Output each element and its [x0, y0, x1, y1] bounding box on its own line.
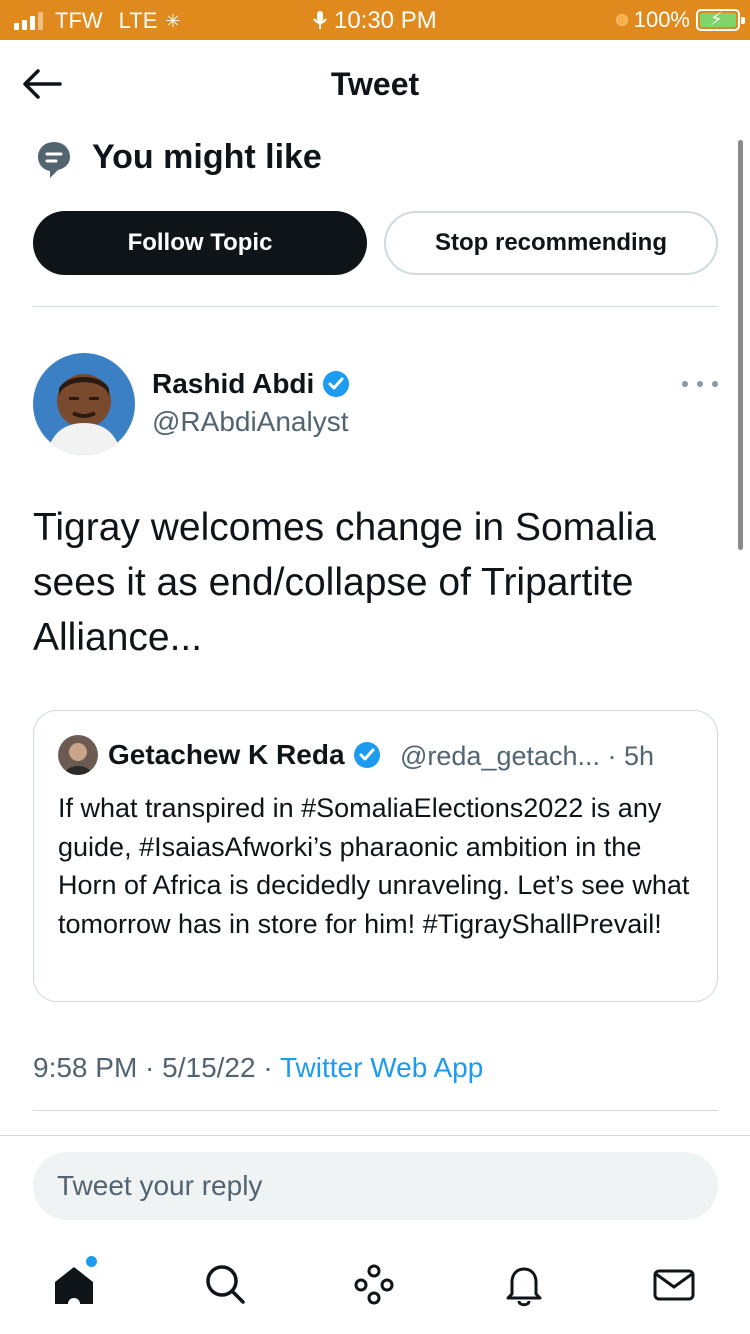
- topic-icon: [36, 140, 72, 180]
- stop-recommending-button[interactable]: Stop recommending: [384, 211, 718, 275]
- reply-input[interactable]: Tweet your reply: [33, 1152, 718, 1220]
- scrollbar[interactable]: [738, 140, 743, 550]
- verified-badge-icon: [322, 370, 350, 398]
- author-name-row[interactable]: Rashid Abdi: [152, 368, 350, 400]
- divider: [33, 306, 718, 307]
- home-icon[interactable]: [50, 1260, 98, 1308]
- search-icon[interactable]: [201, 1260, 249, 1308]
- more-options-icon[interactable]: [682, 376, 718, 392]
- verified-badge-icon: [353, 741, 381, 769]
- tweet-source-link[interactable]: Twitter Web App: [280, 1052, 483, 1083]
- status-time: 10:30 PM: [333, 7, 437, 34]
- tweet-timestamp: 9:58 PM · 5/15/22 ·: [33, 1052, 280, 1083]
- status-bar: TFW LTE ✳ 10:30 PM 100% ⚡: [0, 0, 750, 40]
- microphone-icon: [313, 7, 334, 34]
- header: Tweet: [0, 40, 750, 130]
- avatar[interactable]: [33, 353, 135, 455]
- quoted-tweet[interactable]: Getachew K Reda @reda_getach... · 5h If …: [33, 710, 718, 1002]
- author-handle[interactable]: @RAbdiAnalyst: [152, 406, 349, 438]
- battery-icon: ⚡: [696, 9, 745, 31]
- spaces-icon[interactable]: [350, 1260, 398, 1308]
- quoted-author-name: Getachew K Reda: [108, 739, 345, 770]
- quoted-text: If what transpired in #SomaliaElections2…: [58, 793, 690, 939]
- quoted-avatar: [58, 735, 98, 775]
- battery-percent: 100%: [633, 7, 690, 32]
- tweet-text: Tigray welcomes change in Somalia sees i…: [33, 506, 656, 659]
- recording-dot-icon: [615, 14, 628, 26]
- follow-topic-button[interactable]: Follow Topic: [33, 211, 367, 275]
- tweet-meta: 9:58 PM · 5/15/22 · Twitter Web App: [33, 1052, 483, 1084]
- status-right: 100% ⚡: [615, 7, 745, 33]
- author-name: Rashid Abdi: [152, 368, 315, 399]
- quoted-author-row: Getachew K Reda: [108, 739, 381, 771]
- divider: [33, 1110, 718, 1111]
- tab-bar: [0, 1240, 750, 1334]
- topic-title: You might like: [92, 138, 322, 176]
- notifications-icon[interactable]: [500, 1260, 548, 1308]
- messages-icon[interactable]: [650, 1260, 698, 1308]
- quoted-meta: @reda_getach... · 5h: [400, 741, 655, 771]
- page-title: Tweet: [330, 66, 420, 102]
- divider: [0, 1135, 750, 1136]
- notification-dot: [86, 1256, 97, 1267]
